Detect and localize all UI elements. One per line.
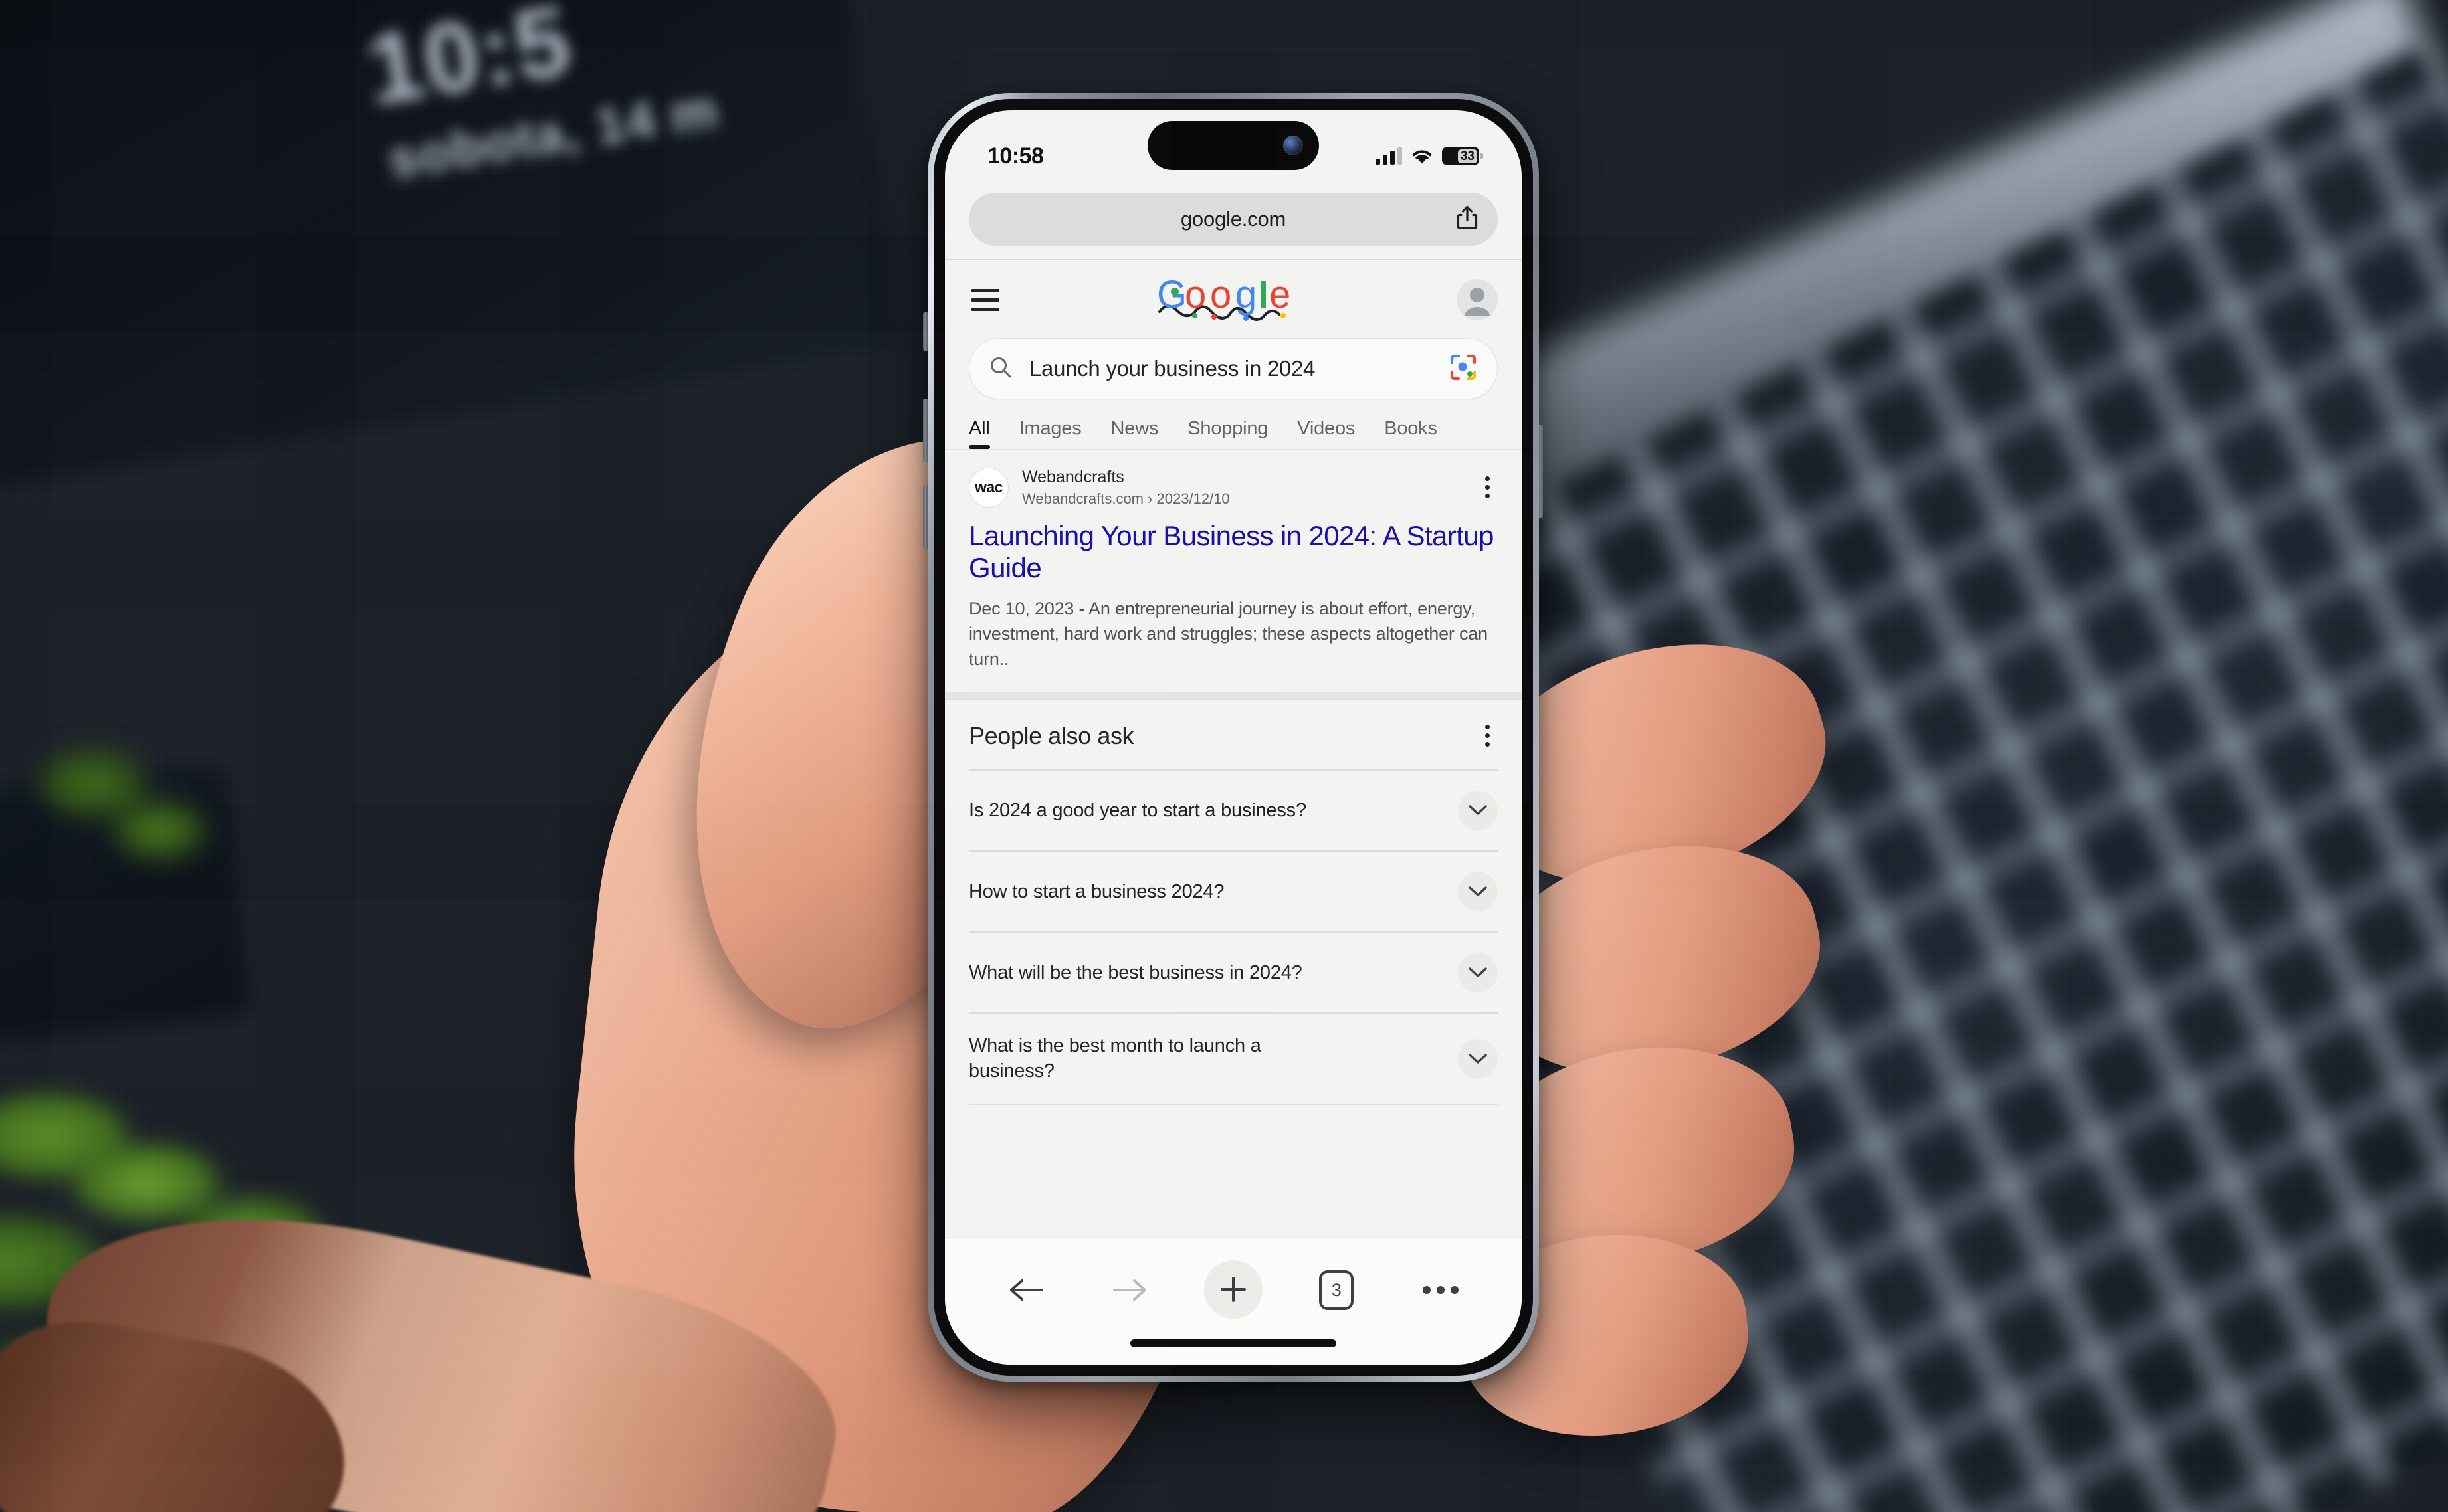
paa-title: People also ask [969, 721, 1134, 749]
tab-shopping[interactable]: Shopping [1187, 418, 1268, 449]
hamburger-menu-icon[interactable] [969, 284, 1002, 316]
tab-books[interactable]: Books [1384, 418, 1437, 449]
back-button[interactable] [996, 1260, 1056, 1320]
iphone-device: 10:58 33 google.com G o o g e Launch you… [928, 93, 1539, 1382]
dynamic-island [1148, 121, 1319, 170]
svg-text:e: e [1269, 274, 1290, 316]
google-lens-icon[interactable] [1449, 353, 1477, 385]
result-title-link[interactable]: Launching Your Business in 2024: A Start… [969, 520, 1498, 584]
search-box-container: Launch your business in 2024 [945, 331, 1522, 399]
paa-question-item[interactable]: Is 2024 a good year to start a business? [969, 771, 1498, 850]
site-favicon: wac [969, 467, 1009, 508]
google-search-page: G o o g e Launch your business in 2024 A… [945, 260, 1522, 1216]
safari-url-bar-container: google.com [945, 182, 1522, 259]
account-avatar-icon[interactable] [1457, 279, 1498, 320]
phone-screen: 10:58 33 google.com G o o g e Launch you… [945, 110, 1522, 1365]
result-source-row: wac Webandcrafts Webandcrafts.com › 2023… [969, 467, 1498, 508]
ios-status-bar: 10:58 33 [945, 110, 1522, 182]
google-header: G o o g e [945, 260, 1522, 331]
more-options-icon[interactable] [1477, 719, 1498, 752]
tab-videos[interactable]: Videos [1297, 418, 1355, 449]
front-camera-icon [1283, 136, 1303, 155]
search-vertical-tabs: All Images News Shopping Videos Books [945, 399, 1522, 449]
tab-images[interactable]: Images [1019, 418, 1082, 449]
section-divider [945, 692, 1522, 700]
tabs-button[interactable]: 3 [1306, 1260, 1366, 1320]
tab-news[interactable]: News [1111, 418, 1159, 449]
paa-question-item[interactable]: How to start a business 2024? [969, 852, 1498, 931]
home-indicator[interactable] [1130, 1339, 1336, 1347]
search-query-text: Launch your business in 2024 [1029, 356, 1316, 381]
battery-icon: 33 [1442, 147, 1483, 165]
svg-text:G: G [1157, 274, 1187, 316]
status-time: 10:58 [987, 143, 1044, 169]
ellipsis-icon [1422, 1286, 1459, 1294]
paa-question-text: What will be the best business in 2024? [969, 961, 1302, 983]
more-options-icon[interactable] [1477, 471, 1498, 504]
chevron-down-icon[interactable] [1458, 1039, 1498, 1080]
forward-button[interactable] [1100, 1260, 1160, 1320]
safari-toolbar: 3 [945, 1237, 1522, 1365]
paa-question-text: What is the best month to launch a busin… [969, 1035, 1261, 1082]
paa-divider [969, 1103, 1498, 1105]
result-site-name: Webandcrafts [1022, 468, 1124, 486]
paa-question-text: Is 2024 a good year to start a business? [969, 799, 1306, 821]
tab-count-label: 3 [1319, 1270, 1354, 1310]
paa-question-item[interactable]: What will be the best business in 2024? [969, 933, 1498, 1012]
share-icon[interactable] [1457, 205, 1478, 234]
paa-header: People also ask [969, 700, 1498, 769]
paa-question-text: How to start a business 2024? [969, 880, 1225, 902]
address-bar[interactable]: google.com [969, 193, 1498, 246]
svg-text:g: g [1235, 274, 1257, 316]
chevron-down-icon[interactable] [1458, 872, 1498, 912]
magnifier-icon [989, 356, 1012, 382]
battery-level-label: 33 [1457, 149, 1477, 163]
tab-all[interactable]: All [969, 418, 990, 449]
result-source-info: Webandcrafts Webandcrafts.com › 2023/12/… [1022, 467, 1464, 508]
search-result-item[interactable]: wac Webandcrafts Webandcrafts.com › 2023… [945, 450, 1522, 692]
chevron-down-icon[interactable] [1458, 791, 1498, 831]
cellular-bars-icon [1376, 147, 1402, 165]
paa-question-item[interactable]: What is the best month to launch a busin… [969, 1014, 1498, 1103]
wifi-icon [1411, 147, 1433, 165]
photo-scene: 10:5 sobota, 14 m 10:58 33 google.com G … [0, 0, 2448, 1512]
phone-bezel: 10:58 33 google.com G o o g e Launch you… [934, 99, 1533, 1376]
chevron-down-icon[interactable] [1458, 953, 1498, 993]
svg-text:o: o [1210, 274, 1231, 316]
status-indicators: 33 [1376, 147, 1483, 165]
result-site-url: Webandcrafts.com › 2023/12/10 [1022, 490, 1230, 508]
address-bar-url: google.com [1180, 207, 1286, 231]
search-input[interactable]: Launch your business in 2024 [969, 338, 1498, 399]
more-button[interactable] [1411, 1260, 1471, 1320]
svg-text:o: o [1185, 274, 1206, 316]
result-snippet: Dec 10, 2023 - An entrepreneurial journe… [969, 598, 1488, 670]
new-tab-button[interactable] [1203, 1260, 1263, 1319]
people-also-ask-section: People also ask Is 2024 a good year to s… [945, 700, 1522, 1105]
google-doodle-logo[interactable]: G o o g e [1153, 274, 1306, 325]
